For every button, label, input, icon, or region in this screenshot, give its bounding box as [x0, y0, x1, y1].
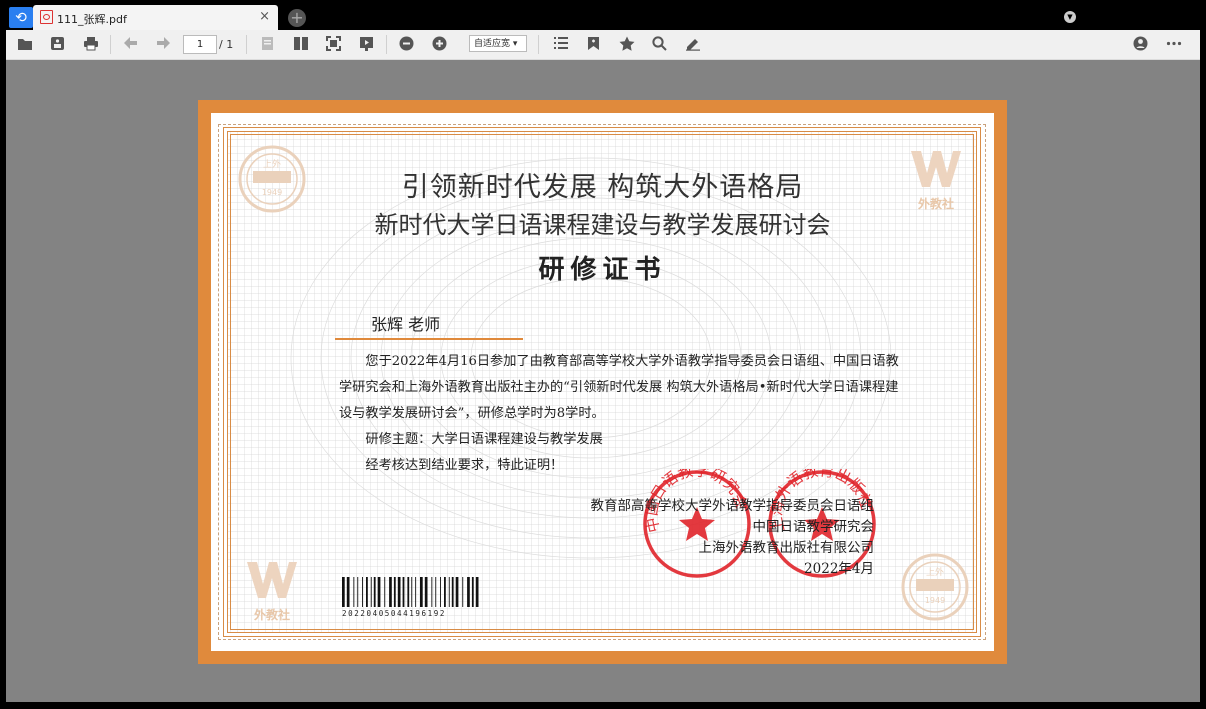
bookmark-icon[interactable] — [585, 36, 602, 53]
print-icon[interactable] — [82, 36, 99, 53]
barcode-bar — [402, 577, 405, 607]
toolbar-divider — [110, 35, 111, 54]
issue-date: 2022年4月 — [804, 561, 874, 577]
search-icon[interactable] — [651, 36, 668, 53]
tab-bar: ⟲ 111_张辉.pdf × + ▼ — [0, 0, 1206, 30]
certificate-heading: 研修证书 — [538, 255, 667, 285]
barcode-bar — [435, 577, 437, 607]
barcode-bar — [373, 577, 376, 607]
zoom-in-icon[interactable] — [431, 36, 448, 53]
barcode-bar — [451, 577, 454, 607]
barcode-bar — [411, 577, 413, 607]
barcode-bar — [357, 577, 359, 607]
barcode-bar — [346, 577, 350, 607]
barcode-bar — [455, 577, 459, 607]
certificate-topic: 研修主题：大学日语课程建设与教学发展 — [365, 432, 603, 447]
publisher-logo-icon: 外教社 — [245, 560, 299, 622]
new-tab-icon[interactable]: + — [288, 9, 306, 27]
recipient-underline — [335, 338, 523, 340]
toolbar-divider — [246, 35, 247, 54]
publisher-logo-text: 外教社 — [253, 608, 290, 622]
present-icon[interactable] — [358, 36, 375, 53]
barcode-bar — [366, 577, 368, 607]
svg-text:1949: 1949 — [262, 188, 282, 197]
certificate-body: 您于2022年4月16日参加了由教育部高等学校大学外语教学指导委员会日语组、中国… — [339, 349, 905, 479]
fit-page-icon[interactable] — [325, 36, 342, 53]
barcode-bar — [384, 577, 386, 607]
svg-text:1949: 1949 — [925, 596, 945, 605]
save-icon[interactable] — [49, 36, 66, 53]
barcode-bar — [444, 577, 446, 607]
account-icon[interactable] — [1132, 36, 1149, 53]
toolbar: 1 / 1 自适应宽 ▾ — [6, 30, 1200, 60]
issuer-line: 上海外语教育出版社有限公司 — [698, 540, 875, 556]
certificate-inner: 上外 1949 外教社 外教社 上外 1949 引领新时代发展 构筑大外语格局 … — [211, 113, 994, 651]
window-menu-icon[interactable]: ▼ — [1064, 11, 1076, 23]
university-emblem-icon: 上外 1949 — [901, 553, 969, 621]
barcode-bar — [475, 577, 479, 607]
barcode-bar — [415, 577, 417, 607]
barcode-bar — [353, 577, 355, 607]
toolbar-divider — [538, 35, 539, 54]
title-block: 引领新时代发展 构筑大外语格局 新时代大学日语课程建设与教学发展研讨会 研修证书 — [298, 113, 907, 313]
prev-page-icon[interactable] — [122, 36, 139, 53]
svg-text:上外: 上外 — [926, 566, 944, 578]
page-total: / 1 — [219, 38, 234, 51]
certificate-subtitle: 新时代大学日语课程建设与教学发展研讨会 — [374, 211, 831, 239]
barcode-bar — [420, 577, 423, 607]
barcode-bar — [407, 577, 410, 607]
barcode-bar — [462, 577, 464, 607]
barcode-bar — [362, 577, 363, 607]
two-page-icon[interactable] — [292, 36, 309, 53]
barcode-number: 20220405044196192 — [342, 609, 446, 618]
issuer-line: 中国日语教学研究会 — [752, 519, 875, 535]
toolbar-divider — [386, 35, 387, 54]
next-page-icon[interactable] — [155, 36, 172, 53]
pen-icon[interactable] — [684, 36, 701, 53]
barcode-bar — [342, 577, 345, 607]
certificate-title: 引领新时代发展 构筑大外语格局 — [401, 172, 804, 203]
page-number-input[interactable]: 1 — [183, 35, 217, 54]
pdf-file-icon — [40, 10, 53, 24]
open-folder-icon[interactable] — [16, 36, 33, 53]
star-icon[interactable] — [618, 36, 635, 53]
svg-text:上外: 上外 — [263, 158, 281, 170]
barcode-bar — [370, 577, 372, 607]
issuer-block: 教育部高等学校大学外语教学指导委员会日语组 中国日语教学研究会 上海外语教育出版… — [591, 496, 875, 580]
publisher-logo-text: 外教社 — [917, 197, 954, 211]
barcode-bar — [448, 577, 450, 607]
barcode-bar — [393, 577, 396, 607]
barcode-bar — [389, 577, 392, 607]
app-menu-icon[interactable]: ⟲ — [9, 7, 33, 28]
barcode-bar — [377, 577, 381, 607]
document-viewer[interactable]: 上外 1949 外教社 外教社 上外 1949 引领新时代发展 构筑大外语格局 … — [6, 60, 1200, 702]
barcode-bar — [431, 577, 433, 607]
zoom-select[interactable]: 自适应宽 ▾ — [469, 35, 527, 52]
document-tab[interactable]: 111_张辉.pdf × — [33, 5, 278, 30]
barcode-bar — [440, 577, 441, 607]
issuer-line: 教育部高等学校大学外语教学指导委员会日语组 — [590, 498, 875, 514]
zoom-out-icon[interactable] — [398, 36, 415, 53]
list-icon[interactable] — [552, 36, 569, 53]
certificate-page: 上外 1949 外教社 外教社 上外 1949 引领新时代发展 构筑大外语格局 … — [198, 100, 1007, 664]
university-emblem-icon: 上外 1949 — [238, 145, 306, 213]
more-icon[interactable] — [1165, 36, 1182, 53]
single-page-icon[interactable] — [259, 36, 276, 53]
barcode-bar — [467, 577, 470, 607]
barcode-bar — [397, 577, 401, 607]
barcode-bar — [471, 577, 474, 607]
certificate-paragraph: 您于2022年4月16日参加了由教育部高等学校大学外语教学指导委员会日语组、中国… — [339, 354, 899, 421]
recipient-name: 张辉 老师 — [371, 315, 441, 334]
publisher-logo-icon: 外教社 — [909, 149, 963, 211]
close-tab-icon[interactable]: × — [259, 9, 270, 24]
tab-title: 111_张辉.pdf — [57, 13, 127, 26]
barcode — [342, 577, 479, 607]
barcode-bar — [424, 577, 428, 607]
